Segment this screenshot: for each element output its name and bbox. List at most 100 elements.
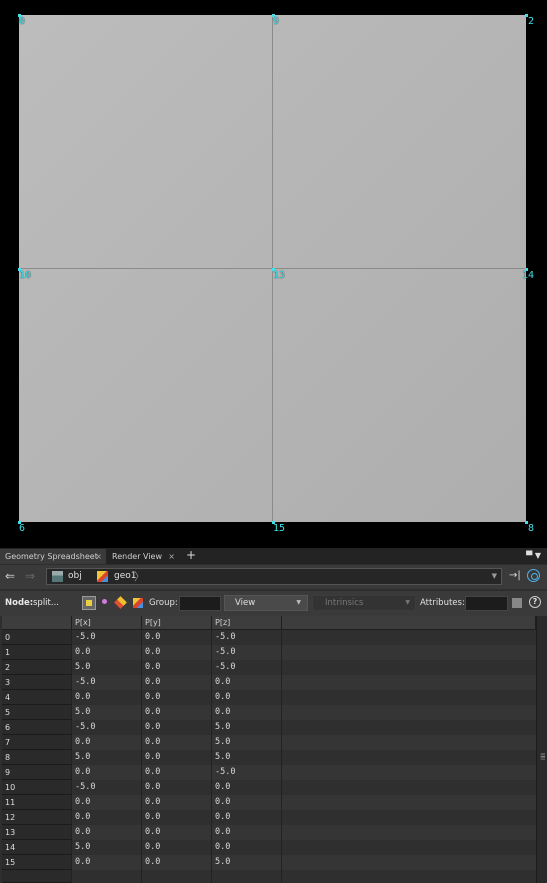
pz-cell[interactable]: 0.0 [212,675,282,690]
row-index-cell[interactable]: 13 [2,825,72,840]
table-row[interactable]: 1 0.0 0.0 -5.0 [2,645,536,660]
tab-render-view[interactable]: Render View × [107,549,179,564]
table-row[interactable]: 2 5.0 0.0 -5.0 [2,660,536,675]
pz-cell[interactable]: 5.0 [212,855,282,870]
px-cell[interactable]: 0.0 [72,690,142,705]
px-cell[interactable]: 0.0 [72,810,142,825]
row-index-cell[interactable]: 9 [2,765,72,780]
row-index-cell[interactable]: 14 [2,840,72,855]
row-index-cell[interactable]: 2 [2,660,72,675]
pz-cell[interactable]: -5.0 [212,765,282,780]
table-row[interactable]: 8 5.0 0.0 5.0 [2,750,536,765]
link-icon[interactable] [527,569,540,582]
py-cell[interactable]: 0.0 [142,780,212,795]
table-row[interactable]: 0 -5.0 0.0 -5.0 [2,630,536,645]
py-cell[interactable]: 0.0 [142,750,212,765]
pz-cell[interactable]: 0.0 [212,780,282,795]
forward-arrow-icon[interactable]: ⇒ [25,569,35,583]
py-cell[interactable]: 0.0 [142,855,212,870]
pz-cell[interactable]: 0.0 [212,810,282,825]
px-cell[interactable]: 0.0 [72,855,142,870]
px-cell[interactable]: 5.0 [72,750,142,765]
table-row[interactable]: 10 -5.0 0.0 0.0 [2,780,536,795]
close-tab-icon[interactable]: × [168,549,175,564]
close-tab-icon[interactable]: × [95,549,102,564]
node-name[interactable]: split... [33,598,59,608]
attributes-menu-icon[interactable] [512,598,522,608]
row-index-cell[interactable]: 4 [2,690,72,705]
table-row[interactable]: 12 0.0 0.0 0.0 [2,810,536,825]
row-index-cell[interactable]: 7 [2,735,72,750]
back-arrow-icon[interactable]: ⇐ [5,569,15,583]
row-index-cell[interactable]: 11 [2,795,72,810]
primitives-mode-button[interactable] [114,596,128,610]
py-cell[interactable]: 0.0 [142,630,212,645]
points-mode-button[interactable] [82,596,96,610]
py-cell[interactable]: 0.0 [142,825,212,840]
px-cell[interactable]: -5.0 [72,630,142,645]
row-index-cell[interactable]: 8 [2,750,72,765]
py-cell[interactable]: 0.0 [142,765,212,780]
table-row[interactable]: 7 0.0 0.0 5.0 [2,735,536,750]
vertices-mode-button[interactable] [98,596,112,610]
help-icon[interactable]: ? [529,596,541,608]
py-cell[interactable]: 0.0 [142,675,212,690]
column-header-pz[interactable]: P[z] [212,616,282,630]
pz-cell[interactable]: 5.0 [212,735,282,750]
column-header-py[interactable]: P[y] [142,616,212,630]
table-row[interactable]: 11 0.0 0.0 0.0 [2,795,536,810]
row-index-cell[interactable]: 3 [2,675,72,690]
pz-cell[interactable]: 0.0 [212,705,282,720]
pin-icon[interactable]: →| [509,570,521,581]
py-cell[interactable]: 0.0 [142,705,212,720]
detail-mode-button[interactable] [131,596,145,610]
pz-cell[interactable]: -5.0 [212,630,282,645]
path-item-obj[interactable]: obj [68,569,82,584]
py-cell[interactable]: 0.0 [142,810,212,825]
scene-viewport[interactable]: 0 9 2 10 13 14 6 15 8 [0,0,547,545]
py-cell[interactable]: 0.0 [142,720,212,735]
row-index-cell[interactable]: 6 [2,720,72,735]
row-index-cell[interactable]: 0 [2,630,72,645]
py-cell[interactable]: 0.0 [142,735,212,750]
py-cell[interactable]: 0.0 [142,795,212,810]
px-cell[interactable]: 5.0 [72,705,142,720]
row-index-cell[interactable]: 1 [2,645,72,660]
px-cell[interactable]: 0.0 [72,645,142,660]
table-row[interactable]: 4 0.0 0.0 0.0 [2,690,536,705]
table-row[interactable]: 3 -5.0 0.0 0.0 [2,675,536,690]
row-index-cell[interactable]: 10 [2,780,72,795]
py-cell[interactable]: 0.0 [142,645,212,660]
intrinsics-dropdown[interactable]: Intrinsics ▼ [312,595,416,611]
pz-cell[interactable]: 5.0 [212,720,282,735]
path-dropdown-icon[interactable]: ▼ [492,569,497,584]
row-index-cell[interactable]: 12 [2,810,72,825]
pz-cell[interactable]: 0.0 [212,840,282,855]
py-cell[interactable]: 0.0 [142,660,212,675]
table-row[interactable]: 6 -5.0 0.0 5.0 [2,720,536,735]
group-input[interactable] [179,596,221,611]
table-row[interactable]: 15 0.0 0.0 5.0 [2,855,536,870]
pz-cell[interactable]: 0.0 [212,825,282,840]
add-tab-icon[interactable]: + [186,548,196,563]
px-cell[interactable]: 5.0 [72,840,142,855]
pz-cell[interactable]: 0.0 [212,690,282,705]
row-index-cell[interactable]: 15 [2,855,72,870]
px-cell[interactable]: 0.0 [72,735,142,750]
table-row[interactable]: 5 5.0 0.0 0.0 [2,705,536,720]
row-index-cell[interactable]: 5 [2,705,72,720]
table-row[interactable]: 13 0.0 0.0 0.0 [2,825,536,840]
pz-cell[interactable]: -5.0 [212,645,282,660]
py-cell[interactable]: 0.0 [142,690,212,705]
attributes-input[interactable] [465,596,508,611]
px-cell[interactable]: -5.0 [72,720,142,735]
pz-cell[interactable]: 5.0 [212,750,282,765]
view-dropdown[interactable]: View ▼ [224,595,308,611]
px-cell[interactable]: 0.0 [72,795,142,810]
pane-menu-icon[interactable]: ▀ ▼ [526,548,541,564]
path-item-geo1[interactable]: geo1 [114,569,136,584]
pz-cell[interactable]: -5.0 [212,660,282,675]
px-cell[interactable]: 0.0 [72,825,142,840]
path-field[interactable]: obj 〉 geo1 ▼ [46,568,502,585]
table-row[interactable]: 9 0.0 0.0 -5.0 [2,765,536,780]
